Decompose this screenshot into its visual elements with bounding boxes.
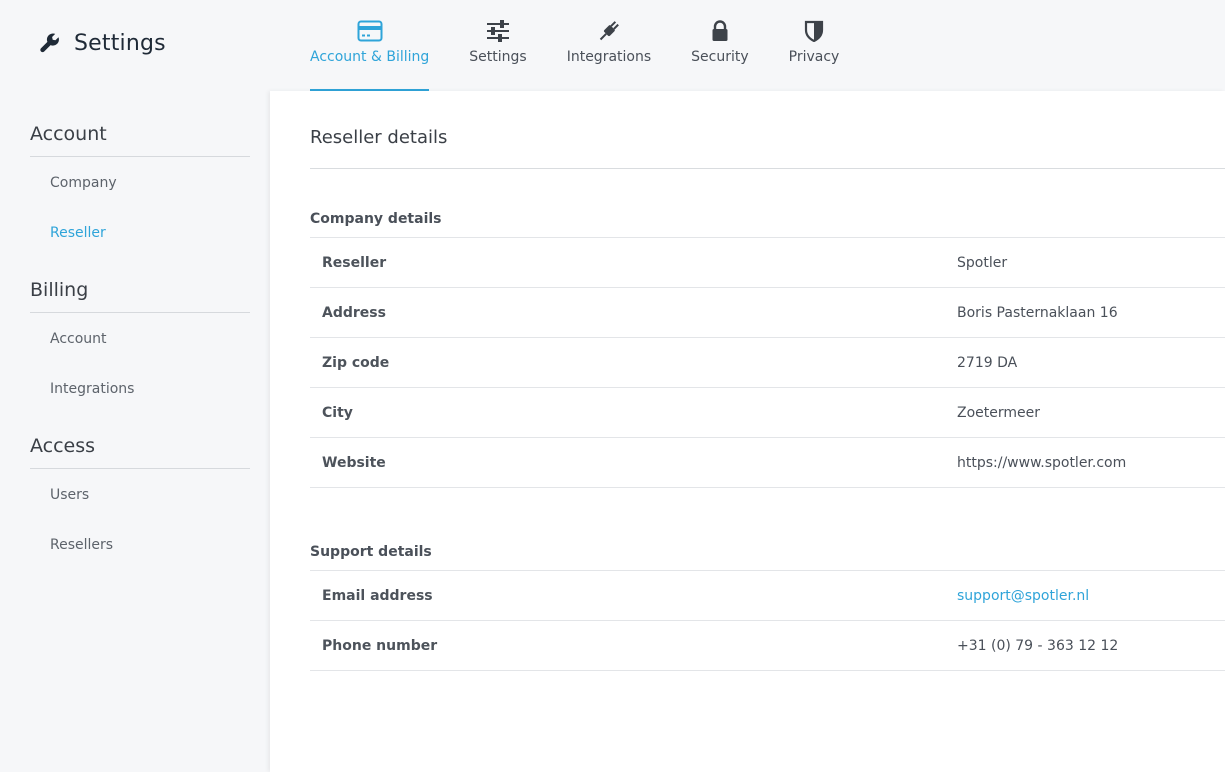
sidebar-group-title: Access: [30, 431, 250, 469]
detail-row: City Zoetermeer: [310, 388, 1225, 438]
sidebar-item-users[interactable]: Users: [30, 470, 250, 520]
tab-label: Security: [691, 49, 749, 65]
plug-icon: [595, 18, 623, 44]
section-title: Company details: [310, 211, 442, 227]
row-label: Email address: [322, 588, 433, 604]
sidebar-item-billing-account[interactable]: Account: [30, 314, 250, 364]
sidebar-item-company[interactable]: Company: [30, 158, 250, 208]
app-title-text: Settings: [74, 30, 166, 56]
tab-settings[interactable]: Settings: [469, 0, 527, 91]
sidebar-item-reseller[interactable]: Reseller: [30, 208, 250, 258]
row-label: Reseller: [322, 255, 387, 271]
lock-icon: [706, 18, 734, 44]
row-value: Spotler: [957, 255, 1008, 271]
header: Settings Account & Billing Settings Inte…: [0, 0, 1225, 91]
row-value: https://www.spotler.com: [957, 455, 1127, 471]
detail-row: Address Boris Pasternaklaan 16: [310, 288, 1225, 338]
detail-row: Website https://www.spotler.com: [310, 438, 1225, 488]
sidebar-group-account: Account Company Reseller: [30, 119, 250, 258]
sliders-icon: [484, 18, 512, 44]
detail-row: Zip code 2719 DA: [310, 338, 1225, 388]
tab-account-billing[interactable]: Account & Billing: [310, 0, 430, 91]
main-panel: Reseller details Company details Reselle…: [270, 91, 1225, 772]
section-header: Support details: [310, 542, 1225, 571]
row-label: Address: [322, 305, 386, 321]
tab-label: Integrations: [566, 49, 652, 65]
tab-label: Settings: [469, 49, 527, 65]
company-details-section: Company details Reseller Spotler Address…: [310, 209, 1225, 488]
shield-icon: [800, 18, 828, 44]
wrench-icon: [38, 30, 64, 56]
detail-row: Email address support@spotler.nl: [310, 571, 1225, 621]
sidebar-group-title: Account: [30, 119, 250, 157]
row-label: City: [322, 405, 353, 421]
sidebar-item-resellers[interactable]: Resellers: [30, 520, 250, 570]
app-title: Settings: [38, 30, 166, 56]
section-title: Support details: [310, 544, 432, 560]
row-label: Website: [322, 455, 386, 471]
credit-card-icon: [356, 18, 384, 44]
tab-label: Privacy: [788, 49, 840, 65]
row-value: Boris Pasternaklaan 16: [957, 305, 1118, 321]
row-label: Phone number: [322, 638, 438, 654]
sidebar: Account Company Reseller Billing Account…: [0, 91, 268, 772]
support-details-section: Support details Email address support@sp…: [310, 542, 1225, 671]
detail-row: Phone number +31 (0) 79 - 363 12 12: [310, 621, 1225, 671]
sidebar-item-billing-integrations[interactable]: Integrations: [30, 364, 250, 414]
tab-integrations[interactable]: Integrations: [567, 0, 651, 91]
top-tabs: Account & Billing Settings Integrations …: [310, 0, 879, 91]
row-value: +31 (0) 79 - 363 12 12: [957, 638, 1119, 654]
sidebar-group-access: Access Users Resellers: [30, 431, 250, 570]
row-label: Zip code: [322, 355, 390, 371]
detail-row: Reseller Spotler: [310, 238, 1225, 288]
tab-label: Account & Billing: [310, 49, 430, 65]
sidebar-group-billing: Billing Account Integrations: [30, 275, 250, 414]
page-title: Reseller details: [310, 127, 448, 148]
sidebar-group-title: Billing: [30, 275, 250, 313]
tab-security[interactable]: Security: [691, 0, 749, 91]
tab-privacy[interactable]: Privacy: [788, 0, 840, 91]
section-header: Company details: [310, 209, 1225, 238]
row-value: Zoetermeer: [957, 405, 1041, 421]
divider: [310, 168, 1225, 169]
row-value: 2719 DA: [957, 355, 1018, 371]
email-link[interactable]: support@spotler.nl: [957, 571, 1089, 621]
